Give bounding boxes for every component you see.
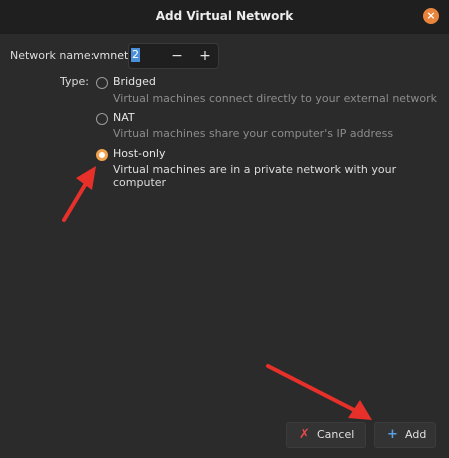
add-virtual-network-dialog: Add Virtual Network × Network name: vmne… <box>0 0 449 458</box>
add-button-label: Add <box>405 428 427 441</box>
cancel-button-label: Cancel <box>317 428 355 441</box>
option-bridged-description: Virtual machines connect directly to you… <box>113 92 437 105</box>
annotation-arrow-add <box>266 364 372 420</box>
network-number-spinbox[interactable]: 2 − + <box>128 43 219 69</box>
add-icon: + <box>387 427 398 442</box>
option-host-only-title[interactable]: Host-only <box>113 147 166 160</box>
radio-bridged[interactable] <box>96 77 108 89</box>
network-name-label: Network name: <box>10 49 95 62</box>
annotation-arrow-host-only <box>62 166 96 222</box>
increment-button[interactable]: + <box>195 46 215 66</box>
add-button[interactable]: + Add <box>374 422 436 448</box>
option-nat-title[interactable]: NAT <box>113 111 135 124</box>
option-host-only-description: Virtual machines are in a private networ… <box>113 163 397 189</box>
cancel-icon: ✗ <box>299 427 310 442</box>
radio-nat[interactable] <box>96 113 108 125</box>
option-bridged-title[interactable]: Bridged <box>113 75 156 88</box>
type-label: Type: <box>60 75 89 88</box>
vmnet-prefix: vmnet <box>93 49 129 62</box>
radio-host-only[interactable] <box>96 149 108 161</box>
annotation-arrows <box>62 166 372 420</box>
network-number-input[interactable]: 2 <box>131 48 140 62</box>
title-bar: Add Virtual Network × <box>0 0 449 34</box>
close-icon[interactable]: × <box>423 8 439 24</box>
decrement-button[interactable]: − <box>167 46 187 66</box>
cancel-button[interactable]: ✗ Cancel <box>286 422 366 448</box>
option-nat-description: Virtual machines share your computer's I… <box>113 127 394 140</box>
dialog-title: Add Virtual Network <box>155 9 294 23</box>
